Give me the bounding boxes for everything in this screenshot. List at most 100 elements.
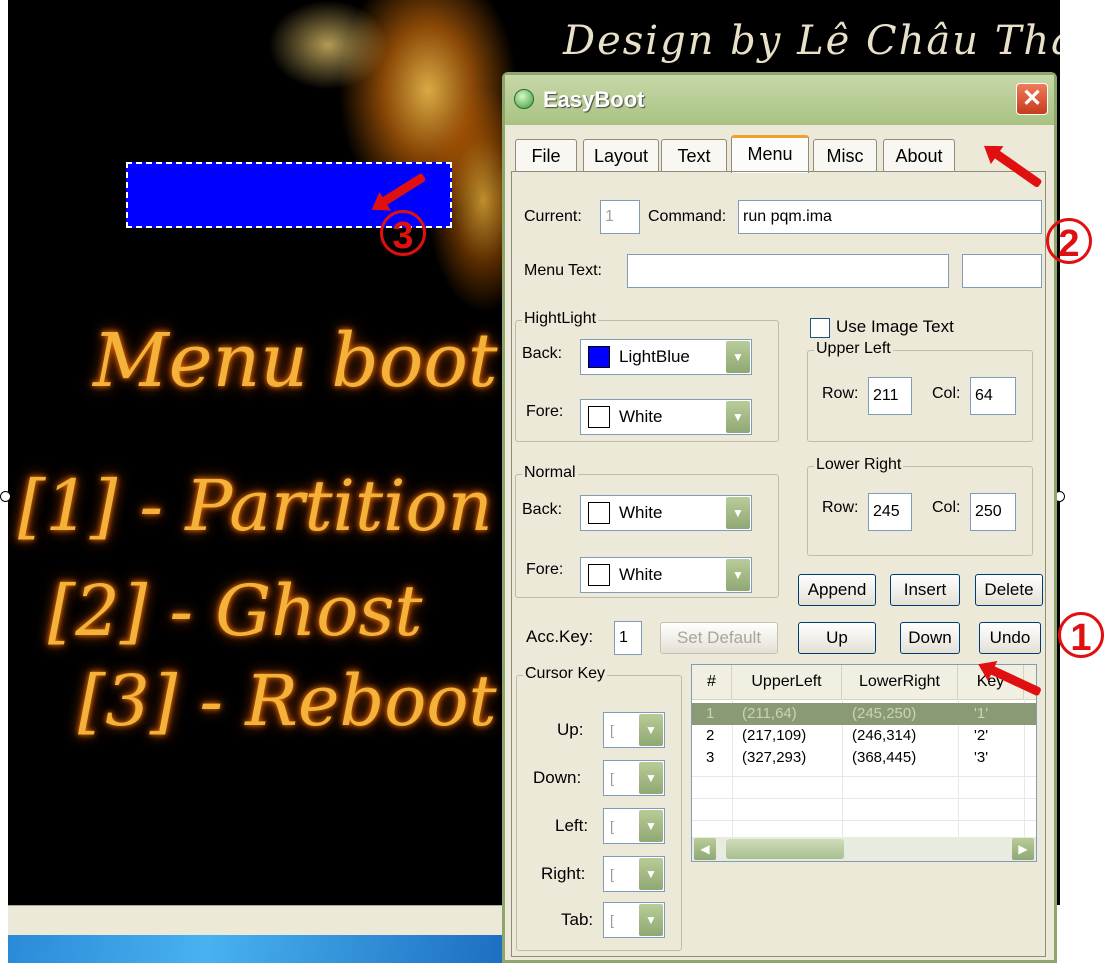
tab-text[interactable]: Text xyxy=(661,139,727,171)
lower-right-row-field[interactable]: 245 xyxy=(868,493,912,531)
chevron-down-icon[interactable]: ▼ xyxy=(639,858,663,890)
app-icon xyxy=(514,89,534,109)
cursor-key-down-combo[interactable]: [ ▼ xyxy=(603,760,665,796)
design-credit: Design by Lê Châu Thanh xyxy=(563,18,1060,64)
column-header[interactable]: # xyxy=(692,665,732,699)
lower-right-group: Lower Right Row: 245 Col: 250 xyxy=(807,456,1033,556)
scroll-left-icon[interactable]: ◀ xyxy=(694,838,716,860)
acc-key-field[interactable]: 1 xyxy=(614,621,642,655)
cursor-key-up-combo[interactable]: [ ▼ xyxy=(603,712,665,748)
normal-back-combo[interactable]: White ▼ xyxy=(580,495,752,531)
lower-right-row-label: Row: xyxy=(822,499,859,516)
use-image-text-checkbox[interactable] xyxy=(810,318,830,338)
tab-file[interactable]: File xyxy=(515,139,577,171)
cell-upper-left: (217,109) xyxy=(742,727,807,744)
delete-button[interactable]: Delete xyxy=(975,574,1043,606)
down-button[interactable]: Down xyxy=(900,622,960,654)
combo-value: White xyxy=(619,407,663,426)
scroll-right-icon[interactable]: ▶ xyxy=(1012,838,1034,860)
chevron-down-icon[interactable]: ▼ xyxy=(726,401,750,433)
upper-left-col-label: Col: xyxy=(932,385,961,402)
cursor-key-left-combo[interactable]: [ ▼ xyxy=(603,808,665,844)
close-button[interactable]: ✕ xyxy=(1016,83,1048,115)
normal-group: Normal Back: White ▼ Fore: White ▼ xyxy=(515,464,779,598)
append-button[interactable]: Append xyxy=(798,574,876,606)
cell-key: '2' xyxy=(974,727,989,744)
insert-button[interactable]: Insert xyxy=(890,574,960,606)
cursor-key-down-label: Down: xyxy=(533,768,582,787)
decorative-swirl xyxy=(268,0,388,90)
cell-upper-left: (327,293) xyxy=(742,749,807,766)
boot-title: Menu boot xyxy=(93,318,498,404)
preview-status-strip xyxy=(8,905,503,936)
grid-line xyxy=(692,798,1036,799)
tab-menu[interactable]: Menu xyxy=(731,135,809,173)
normal-back-label: Back: xyxy=(522,501,563,518)
chevron-down-icon[interactable]: ▼ xyxy=(639,714,663,746)
combo-value: [ xyxy=(610,866,614,882)
chevron-down-icon[interactable]: ▼ xyxy=(639,762,663,794)
cell-key: '1' xyxy=(974,705,989,722)
menu-text-extra-field[interactable] xyxy=(962,254,1042,288)
column-header[interactable]: UpperLeft xyxy=(732,665,842,699)
grid-line xyxy=(692,776,1036,777)
column-header[interactable]: LowerRight xyxy=(842,665,958,699)
chevron-down-icon[interactable]: ▼ xyxy=(639,904,663,936)
color-swatch xyxy=(588,406,610,428)
up-button[interactable]: Up xyxy=(798,622,876,654)
cell-number: 2 xyxy=(706,727,715,744)
tab-layout[interactable]: Layout xyxy=(583,139,659,171)
combo-value: White xyxy=(619,565,663,584)
command-field[interactable]: run pqm.ima xyxy=(738,200,1042,234)
cursor-key-group-title: Cursor Key xyxy=(523,665,608,683)
chevron-down-icon[interactable]: ▼ xyxy=(726,341,750,373)
upper-left-row-field[interactable]: 211 xyxy=(868,377,912,415)
table-row[interactable]: 1 (211,64) (245,250) '1' xyxy=(692,703,1036,725)
cell-lower-right: (245,250) xyxy=(852,705,917,722)
cursor-key-left-label: Left: xyxy=(555,816,589,835)
combo-value: LightBlue xyxy=(619,347,690,366)
highlight-group-title: HightLight xyxy=(522,310,599,328)
combo-value: [ xyxy=(610,912,614,928)
cursor-key-right-combo[interactable]: [ ▼ xyxy=(603,856,665,892)
cell-number: 3 xyxy=(706,749,715,766)
highlight-fore-label: Fore: xyxy=(526,403,564,420)
color-swatch xyxy=(588,346,610,368)
use-image-text-label: Use Image Text xyxy=(836,317,954,336)
table-row[interactable]: 2 (217,109) (246,314) '2' xyxy=(692,725,1036,747)
upper-left-col-field[interactable]: 64 xyxy=(970,377,1016,415)
normal-fore-combo[interactable]: White ▼ xyxy=(580,557,752,593)
tab-about[interactable]: About xyxy=(883,139,955,171)
chevron-down-icon[interactable]: ▼ xyxy=(639,810,663,842)
horizontal-scrollbar[interactable]: ◀ ▶ xyxy=(692,837,1036,861)
cell-lower-right: (368,445) xyxy=(852,749,917,766)
highlight-back-combo[interactable]: LightBlue ▼ xyxy=(580,339,752,375)
annotation-marker-2: 2 xyxy=(1046,218,1092,265)
highlight-fore-combo[interactable]: White ▼ xyxy=(580,399,752,435)
menu-text-label: Menu Text: xyxy=(524,262,602,279)
table-row[interactable]: 3 (327,293) (368,445) '3' xyxy=(692,747,1036,769)
upper-left-group-title: Upper Left xyxy=(814,340,893,358)
combo-value: [ xyxy=(610,722,614,738)
undo-button[interactable]: Undo xyxy=(979,622,1041,654)
lower-right-col-field[interactable]: 250 xyxy=(970,493,1016,531)
set-default-button[interactable]: Set Default xyxy=(660,622,778,654)
title-bar[interactable]: EasyBoot ✕ xyxy=(505,75,1054,125)
current-field[interactable]: 1 xyxy=(600,200,640,234)
chevron-down-icon[interactable]: ▼ xyxy=(726,497,750,529)
tab-misc[interactable]: Misc xyxy=(813,139,877,171)
combo-value: [ xyxy=(610,818,614,834)
combo-value: [ xyxy=(610,770,614,786)
menu-text-field[interactable] xyxy=(627,254,949,288)
cursor-key-tab-label: Tab: xyxy=(561,910,594,929)
easyboot-window: EasyBoot ✕ File Layout Text Menu Misc Ab… xyxy=(502,72,1057,963)
boot-item: [2] - Ghost xyxy=(48,570,423,652)
cursor-key-tab-combo[interactable]: [ ▼ xyxy=(603,902,665,938)
chevron-down-icon[interactable]: ▼ xyxy=(726,559,750,591)
cell-upper-left: (211,64) xyxy=(742,705,797,722)
lower-right-col-label: Col: xyxy=(932,499,961,516)
menu-entries-list[interactable]: # UpperLeft LowerRight Key 1 (211,64) (2… xyxy=(691,664,1037,862)
boot-item: [3] - Reboot xyxy=(78,660,497,742)
scrollbar-thumb[interactable] xyxy=(726,839,844,859)
resize-handle[interactable] xyxy=(0,491,11,502)
